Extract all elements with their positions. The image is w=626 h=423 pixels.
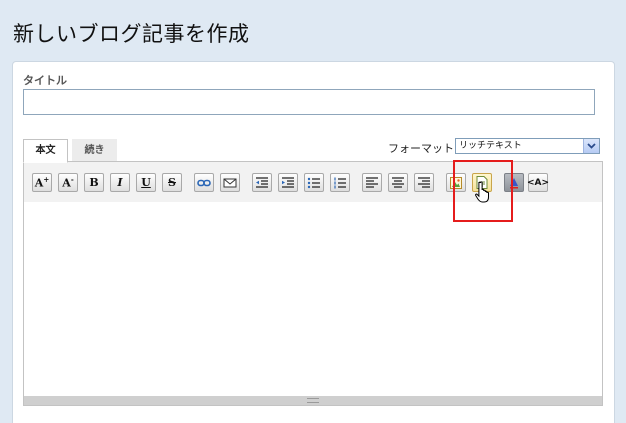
envelope-icon	[223, 178, 237, 187]
title-label: タイトル	[23, 74, 67, 87]
align-center-button[interactable]	[388, 173, 408, 192]
editor-toolbar: A+ A- B I U S <A>	[24, 162, 602, 203]
bullet-list-icon	[307, 177, 320, 188]
format-label: フォーマット:	[388, 142, 458, 155]
hand-cursor-icon	[475, 181, 489, 203]
resize-grip-icon	[307, 398, 319, 403]
editor-content-area[interactable]	[24, 202, 602, 397]
tab-body[interactable]: 本文	[23, 139, 68, 163]
tab-more[interactable]: 続き	[72, 139, 117, 161]
title-input[interactable]	[23, 89, 595, 115]
font-decrease-button[interactable]: A-	[58, 173, 78, 192]
numbered-list-button[interactable]	[330, 173, 350, 192]
outdent-button[interactable]	[252, 173, 272, 192]
link-icon	[197, 179, 211, 186]
font-decrease-icon: A-	[62, 175, 74, 190]
entry-form-panel: タイトル 本文 続き フォーマット: リッチテキスト A+ A- B I U S	[12, 61, 615, 423]
editor-resize-handle[interactable]	[24, 396, 602, 405]
format-select[interactable]: リッチテキスト	[455, 138, 600, 154]
page-title: 新しいブログ記事を作成	[13, 22, 250, 46]
font-increase-icon: A+	[34, 175, 50, 190]
strikethrough-button[interactable]: S	[162, 173, 182, 192]
italic-button[interactable]: I	[110, 173, 130, 192]
text-color-icon	[510, 177, 518, 188]
bullet-list-button[interactable]	[304, 173, 324, 192]
align-left-icon	[366, 176, 378, 188]
align-left-button[interactable]	[362, 173, 382, 192]
indent-button[interactable]	[278, 173, 298, 192]
numbered-list-icon	[334, 177, 346, 188]
align-right-icon	[418, 176, 430, 188]
outdent-icon	[256, 176, 268, 188]
font-increase-button[interactable]: A+	[32, 173, 52, 192]
insert-image-button[interactable]	[446, 173, 466, 192]
image-icon	[450, 176, 462, 189]
align-right-button[interactable]	[414, 173, 434, 192]
chevron-down-icon[interactable]	[583, 139, 599, 153]
underline-button[interactable]: U	[136, 173, 156, 192]
indent-icon	[282, 176, 294, 188]
rich-text-editor: A+ A- B I U S <A>	[23, 161, 603, 406]
link-button[interactable]	[194, 173, 214, 192]
align-center-icon	[392, 176, 404, 188]
bold-button[interactable]: B	[84, 173, 104, 192]
text-color-button[interactable]	[504, 173, 524, 192]
email-link-button[interactable]	[220, 173, 240, 192]
format-select-value: リッチテキスト	[459, 141, 522, 151]
html-mode-button[interactable]: <A>	[527, 173, 549, 192]
